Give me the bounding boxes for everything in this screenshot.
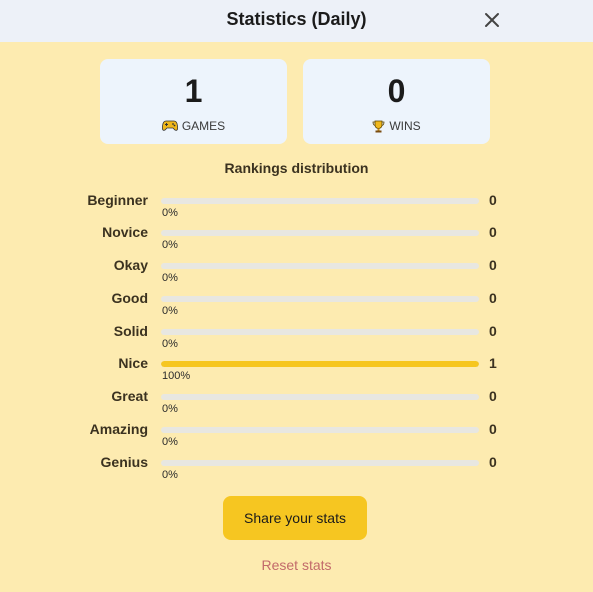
ranking-label: Good [111,290,148,306]
wins-label-row: WINS [303,119,490,133]
ranking-row: Good 0% 0 [0,290,593,320]
ranking-percent: 0% [162,403,178,415]
share-stats-button[interactable]: Share your stats [223,496,367,540]
ranking-bar-track [161,394,479,400]
wins-stat-card: 0 WINS [303,59,490,144]
ranking-label: Genius [100,454,148,470]
ranking-count: 0 [489,421,497,437]
ranking-row: Novice 0% 0 [0,224,593,254]
games-label: GAMES [181,119,226,133]
ranking-count: 0 [489,388,497,404]
ranking-bar-track [161,361,479,367]
modal-header: Statistics (Daily) [0,0,593,42]
ranking-bar-track [161,329,479,335]
wins-count: 0 [387,73,406,109]
ranking-row: Beginner 0% 0 [0,192,593,222]
ranking-count: 0 [489,454,497,470]
ranking-percent: 0% [162,469,178,481]
ranking-percent: 0% [162,207,178,219]
ranking-bar-track [161,427,479,433]
reset-stats-link[interactable]: Reset stats [0,557,593,573]
ranking-bar-track [161,263,479,269]
ranking-label: Solid [113,323,148,339]
ranking-percent: 0% [162,338,178,350]
ranking-percent: 100% [162,370,191,382]
ranking-count: 0 [489,224,497,240]
game-controller-icon [161,120,178,132]
ranking-label: Okay [113,257,148,273]
games-count: 1 [184,73,203,109]
ranking-label: Great [111,388,148,404]
ranking-bar-fill [161,361,479,367]
ranking-bar-track [161,460,479,466]
ranking-count: 1 [489,355,497,371]
ranking-row: Solid 0% 0 [0,323,593,353]
ranking-percent: 0% [162,272,178,284]
ranking-count: 0 [489,257,497,273]
ranking-percent: 0% [162,436,178,448]
trophy-icon [372,120,385,133]
ranking-row: Great 0% 0 [0,388,593,418]
ranking-percent: 0% [162,239,178,251]
ranking-row: Okay 0% 0 [0,257,593,287]
ranking-percent: 0% [162,305,178,317]
distribution-title: Rankings distribution [224,160,369,176]
ranking-label: Beginner [87,192,148,208]
ranking-bar-track [161,230,479,236]
ranking-bar-track [161,296,479,302]
ranking-label: Nice [118,355,148,371]
games-label-row: GAMES [100,119,287,133]
wins-label: WINS [389,119,421,133]
ranking-row: Nice 100% 1 [0,355,593,385]
ranking-row: Amazing 0% 0 [0,421,593,451]
ranking-count: 0 [489,323,497,339]
ranking-label: Novice [102,224,148,240]
close-icon[interactable] [482,10,502,30]
ranking-bar-track [161,198,479,204]
modal-title: Statistics (Daily) [226,9,367,29]
ranking-count: 0 [489,290,497,306]
games-stat-card: 1 GAMES [100,59,287,144]
ranking-label: Amazing [89,421,148,437]
ranking-count: 0 [489,192,497,208]
ranking-row: Genius 0% 0 [0,454,593,484]
